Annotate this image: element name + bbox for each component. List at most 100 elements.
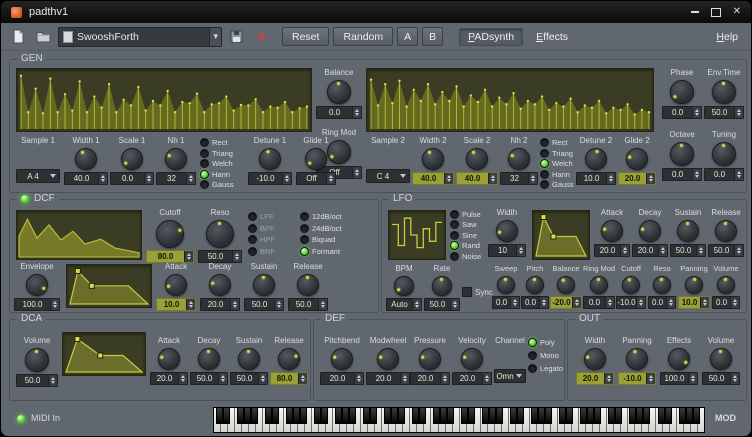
- lfo-shapes-pulse-radio[interactable]: Pulse: [450, 210, 481, 219]
- tab-padsynth[interactable]: PADsynth: [459, 28, 523, 46]
- gen-detune1-knob[interactable]: [259, 148, 281, 170]
- gen-nh2-knob[interactable]: [508, 148, 530, 170]
- gen-phase-value[interactable]: 0.0: [662, 106, 702, 119]
- key-black[interactable]: [321, 408, 328, 424]
- key-black[interactable]: [545, 408, 552, 424]
- key-white[interactable]: [319, 408, 326, 432]
- gen-shapes1-gauss-radio[interactable]: Gauss: [200, 180, 234, 189]
- a-button[interactable]: A: [397, 27, 418, 46]
- gen-shapes2-hann-radio[interactable]: Hann: [540, 170, 570, 179]
- gen-width1-value[interactable]: 40.0: [64, 172, 108, 185]
- lfo-reso-knob[interactable]: [653, 276, 671, 294]
- dcf-sustain-value[interactable]: 50.0: [244, 298, 284, 311]
- key-white[interactable]: [249, 408, 256, 432]
- lfo-sweep-value[interactable]: 0.0: [492, 296, 520, 309]
- sample1-spectrum-display[interactable]: [16, 68, 312, 132]
- save-preset-button[interactable]: [226, 26, 247, 47]
- lfo-shapes-noise-radio[interactable]: Noise: [450, 252, 481, 261]
- dcf-sustain-knob[interactable]: [253, 274, 275, 296]
- keyboard[interactable]: [213, 407, 705, 433]
- lfo-shapes-rand-radio[interactable]: Rand: [450, 241, 480, 250]
- key-black[interactable]: [412, 408, 419, 424]
- key-white[interactable]: [460, 408, 467, 432]
- dca-decay-knob[interactable]: [198, 348, 220, 370]
- gen-envtime-value[interactable]: 50.0: [704, 106, 744, 119]
- gen-shapes1-hann-radio[interactable]: Hann: [200, 170, 230, 179]
- key-black[interactable]: [517, 408, 524, 424]
- key-white[interactable]: [389, 408, 396, 432]
- dca-decay-value[interactable]: 50.0: [190, 372, 228, 385]
- key-black[interactable]: [384, 408, 391, 424]
- key-white[interactable]: [333, 408, 340, 432]
- key-black[interactable]: [566, 408, 573, 424]
- key-white[interactable]: [628, 408, 635, 432]
- def-velocity-value[interactable]: 20.0: [452, 372, 492, 385]
- gen-nh2-value[interactable]: 32: [500, 172, 538, 185]
- key-black[interactable]: [363, 408, 370, 424]
- dcf-slopes-formant-radio[interactable]: Formant: [300, 247, 340, 256]
- key-black[interactable]: [510, 408, 517, 424]
- gen-glide2-knob[interactable]: [626, 148, 648, 170]
- dcf-decay-knob[interactable]: [209, 274, 231, 296]
- gen-shapes2-triang-radio[interactable]: Triang: [540, 149, 573, 158]
- lfo-sweep-knob[interactable]: [497, 276, 515, 294]
- out-volume-value[interactable]: 50.0: [702, 372, 740, 385]
- key-black[interactable]: [335, 408, 342, 424]
- gen-sample2-combo[interactable]: C 4: [366, 169, 410, 183]
- key-black[interactable]: [461, 408, 468, 424]
- close-icon[interactable]: ✕: [733, 7, 741, 17]
- key-white[interactable]: [368, 408, 375, 432]
- out-width-knob[interactable]: [584, 348, 606, 370]
- dcf-types-hpf-radio[interactable]: HPF: [248, 235, 275, 244]
- lfo-envelope-display[interactable]: [532, 210, 590, 260]
- dca-release-knob[interactable]: [278, 348, 300, 370]
- dcf-types-bpf-radio[interactable]: BPF: [248, 224, 275, 233]
- key-white[interactable]: [684, 408, 691, 432]
- gen-tuning-knob[interactable]: [712, 142, 736, 166]
- out-width-value[interactable]: 20.0: [576, 372, 614, 385]
- b-button[interactable]: B: [422, 27, 443, 46]
- key-black[interactable]: [489, 408, 496, 424]
- key-black[interactable]: [440, 408, 447, 424]
- def-velocity-knob[interactable]: [461, 348, 483, 370]
- gen-glide1-value[interactable]: Off: [296, 172, 336, 185]
- lfo-width-value[interactable]: 10: [488, 244, 526, 257]
- lfo-sustain-value[interactable]: 50.0: [670, 244, 706, 257]
- def-modes-poly-radio[interactable]: Poly: [528, 338, 555, 347]
- key-white[interactable]: [361, 408, 368, 432]
- key-black[interactable]: [447, 408, 454, 424]
- lfo-panning-value[interactable]: 10.0: [678, 296, 710, 309]
- out-panning-knob[interactable]: [626, 348, 648, 370]
- open-preset-button[interactable]: [33, 26, 54, 47]
- random-button[interactable]: Random: [333, 27, 393, 46]
- gen-width2-value[interactable]: 40.0: [412, 172, 454, 185]
- lfo-release-knob[interactable]: [715, 220, 737, 242]
- lfo-pitch-knob[interactable]: [526, 276, 544, 294]
- lfo-bpm-value[interactable]: Auto: [386, 298, 422, 311]
- dcf-envelope-value[interactable]: 100.0: [14, 298, 60, 311]
- dca-envelope-display[interactable]: [62, 332, 146, 376]
- key-white[interactable]: [635, 408, 642, 432]
- key-white[interactable]: [558, 408, 565, 432]
- lfo-cutoff-knob[interactable]: [622, 276, 640, 294]
- gen-glide1-knob[interactable]: [305, 148, 327, 170]
- key-white[interactable]: [298, 408, 305, 432]
- dcf-release-knob[interactable]: [297, 274, 319, 296]
- key-white[interactable]: [656, 408, 663, 432]
- key-white[interactable]: [495, 408, 502, 432]
- out-volume-knob[interactable]: [710, 348, 732, 370]
- key-black[interactable]: [594, 408, 601, 424]
- def-modes-legato-radio[interactable]: Legato: [528, 364, 563, 373]
- gen-shapes2-rect-radio[interactable]: Rect: [540, 138, 567, 147]
- lfo-attack-value[interactable]: 20.0: [594, 244, 630, 257]
- preset-dropdown-arrow[interactable]: ▾: [209, 28, 221, 46]
- lfo-decay-value[interactable]: 20.0: [632, 244, 668, 257]
- key-black[interactable]: [559, 408, 566, 424]
- key-black[interactable]: [538, 408, 545, 424]
- lfo-bpm-knob[interactable]: [394, 276, 414, 296]
- gen-octave-knob[interactable]: [670, 142, 694, 166]
- gen-balance-knob[interactable]: [327, 80, 351, 104]
- gen-scale1-value[interactable]: 0.0: [110, 172, 154, 185]
- key-white[interactable]: [642, 408, 649, 432]
- preset-combo[interactable]: SwooshForth ▾: [58, 27, 222, 47]
